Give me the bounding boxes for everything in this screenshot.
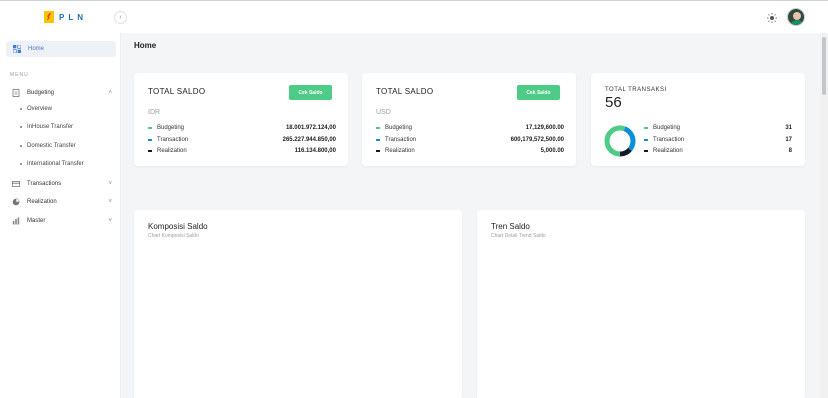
sidebar-subitem-label: International Transfer bbox=[27, 161, 84, 167]
sun-icon[interactable] bbox=[767, 13, 777, 23]
saldo-row-realization: Realization 116.134.800,00 bbox=[148, 146, 336, 156]
logo-text: PLN bbox=[59, 12, 87, 22]
row-value: 31 bbox=[785, 125, 792, 131]
chevron-down-icon: ˅ bbox=[108, 218, 112, 224]
pln-logo-icon bbox=[44, 11, 54, 23]
sidebar: Home MENU Budgeting ˄ Overview InHouse T… bbox=[0, 33, 121, 398]
sidebar-item-label: Master bbox=[27, 218, 46, 224]
sidebar-subitem-overview[interactable]: Overview bbox=[20, 106, 52, 112]
currency-label: USD bbox=[376, 109, 391, 116]
saldo-row-transaction: Transaction 600,179,572,500.00 bbox=[376, 135, 564, 145]
total-saldo-usd-card: TOTAL SALDO Cek Saldo USD Budgeting 17,12… bbox=[362, 73, 576, 166]
saldo-row-budgeting: Budgeting 18.001.972.124,00 bbox=[148, 123, 336, 133]
menu-section-label: MENU bbox=[10, 72, 29, 78]
top-bar: PLN ‹ bbox=[0, 0, 828, 33]
sidebar-item-label: Budgeting bbox=[27, 90, 55, 96]
scrollbar-thumb[interactable] bbox=[822, 37, 826, 95]
transaksi-row-budgeting: Budgeting 31 bbox=[644, 123, 792, 133]
saldo-row-realization: Realization 5,000.00 bbox=[376, 146, 564, 156]
legend-marker bbox=[376, 139, 380, 141]
legend-marker bbox=[148, 127, 152, 129]
cek-saldo-button[interactable]: Cek Saldo bbox=[289, 85, 332, 100]
transaksi-donut-chart bbox=[604, 125, 636, 157]
card-subtitle: Chart Komposisi Saldo bbox=[148, 233, 199, 239]
pie-icon bbox=[12, 198, 20, 206]
sidebar-item-label: Realization bbox=[27, 199, 57, 205]
card-title: Komposisi Saldo bbox=[148, 222, 208, 231]
legend-marker bbox=[376, 127, 380, 129]
row-value: 600,179,572,500.00 bbox=[510, 137, 564, 143]
row-value: 17 bbox=[785, 137, 792, 143]
home-grid-icon bbox=[13, 45, 21, 53]
sidebar-subitem-label: Domestic Transfer bbox=[27, 143, 76, 149]
page-scrollbar[interactable] bbox=[820, 33, 828, 398]
chart-icon bbox=[12, 217, 20, 225]
page-title: Home bbox=[134, 41, 157, 50]
total-transaksi-card: TOTAL TRANSAKSI 56 Budgeting 31 Transacti… bbox=[591, 73, 805, 166]
sidebar-item-label: Transactions bbox=[27, 181, 62, 187]
bullet-icon bbox=[20, 163, 22, 165]
row-label: Transaction bbox=[157, 137, 189, 143]
chevron-left-icon: ‹ bbox=[119, 14, 122, 21]
row-value: 265.227.944.850,00 bbox=[282, 137, 336, 143]
collapse-sidebar-button[interactable]: ‹ bbox=[114, 11, 127, 24]
komposisi-saldo-card: Komposisi Saldo Chart Komposisi Saldo bbox=[134, 210, 462, 398]
sidebar-item-home[interactable]: Home bbox=[6, 41, 116, 57]
sidebar-item-realization[interactable]: Realization ˅ bbox=[12, 196, 112, 208]
row-label: Transaction bbox=[385, 137, 417, 143]
legend-marker bbox=[644, 139, 648, 141]
currency-label: IDR bbox=[148, 109, 161, 116]
total-transaksi-value: 56 bbox=[605, 94, 622, 111]
row-value: 17,129,600.00 bbox=[525, 125, 564, 131]
legend-marker bbox=[644, 150, 648, 152]
card-title: TOTAL SALDO bbox=[148, 87, 206, 96]
row-label: Transaction bbox=[653, 137, 685, 143]
sidebar-item-transactions[interactable]: Transactions ˅ bbox=[12, 178, 112, 190]
legend-marker bbox=[376, 150, 380, 152]
sidebar-subitem-label: Overview bbox=[27, 106, 53, 112]
sidebar-item-master[interactable]: Master ˅ bbox=[12, 215, 112, 227]
tren-saldo-card: Tren Saldo Chart Detail Trend Saldo bbox=[477, 210, 805, 398]
legend-marker bbox=[148, 139, 152, 141]
transaksi-row-transaction: Transaction 17 bbox=[644, 135, 792, 145]
sidebar-subitem-domestic-transfer[interactable]: Domestic Transfer bbox=[20, 143, 76, 149]
saldo-row-transaction: Transaction 265.227.944.850,00 bbox=[148, 135, 336, 145]
row-label: Budgeting bbox=[157, 125, 185, 131]
cek-saldo-button[interactable]: Cek Saldo bbox=[517, 85, 560, 100]
user-avatar[interactable] bbox=[787, 8, 805, 26]
saldo-row-budgeting: Budgeting 17,129,600.00 bbox=[376, 123, 564, 133]
bullet-icon bbox=[20, 108, 22, 110]
row-value: 116.134.800,00 bbox=[294, 148, 336, 154]
sidebar-subitem-label: InHouse Transfer bbox=[27, 124, 74, 130]
row-label: Realization bbox=[157, 148, 187, 154]
chevron-down-icon: ˅ bbox=[108, 181, 112, 187]
row-value: 18.001.972.124,00 bbox=[285, 125, 336, 131]
row-label: Budgeting bbox=[653, 125, 681, 131]
sidebar-subitem-inhouse-transfer[interactable]: InHouse Transfer bbox=[20, 124, 73, 130]
document-icon bbox=[12, 89, 20, 97]
row-label: Realization bbox=[385, 148, 415, 154]
card-icon bbox=[12, 181, 20, 187]
sidebar-item-budgeting[interactable]: Budgeting ˄ bbox=[12, 87, 112, 99]
row-value: 8 bbox=[788, 148, 792, 154]
card-title: Tren Saldo bbox=[491, 222, 530, 231]
row-value: 5,000.00 bbox=[540, 148, 564, 154]
legend-marker bbox=[644, 127, 648, 129]
chevron-up-icon: ˄ bbox=[108, 90, 112, 96]
chevron-down-icon: ˅ bbox=[108, 199, 112, 205]
transaksi-row-realization: Realization 8 bbox=[644, 146, 792, 156]
sidebar-subitem-international-transfer[interactable]: International Transfer bbox=[20, 161, 84, 167]
card-title: TOTAL TRANSAKSI bbox=[605, 87, 667, 93]
card-subtitle: Chart Detail Trend Saldo bbox=[491, 233, 546, 239]
pln-logo[interactable]: PLN bbox=[44, 11, 87, 23]
bullet-icon bbox=[20, 145, 22, 147]
row-label: Realization bbox=[653, 148, 683, 154]
bullet-icon bbox=[20, 126, 22, 128]
card-title: TOTAL SALDO bbox=[376, 87, 434, 96]
row-label: Budgeting bbox=[385, 125, 413, 131]
total-saldo-idr-card: TOTAL SALDO Cek Saldo IDR Budgeting 18.00… bbox=[134, 73, 348, 166]
legend-marker bbox=[148, 150, 152, 152]
sidebar-item-label: Home bbox=[28, 46, 45, 52]
